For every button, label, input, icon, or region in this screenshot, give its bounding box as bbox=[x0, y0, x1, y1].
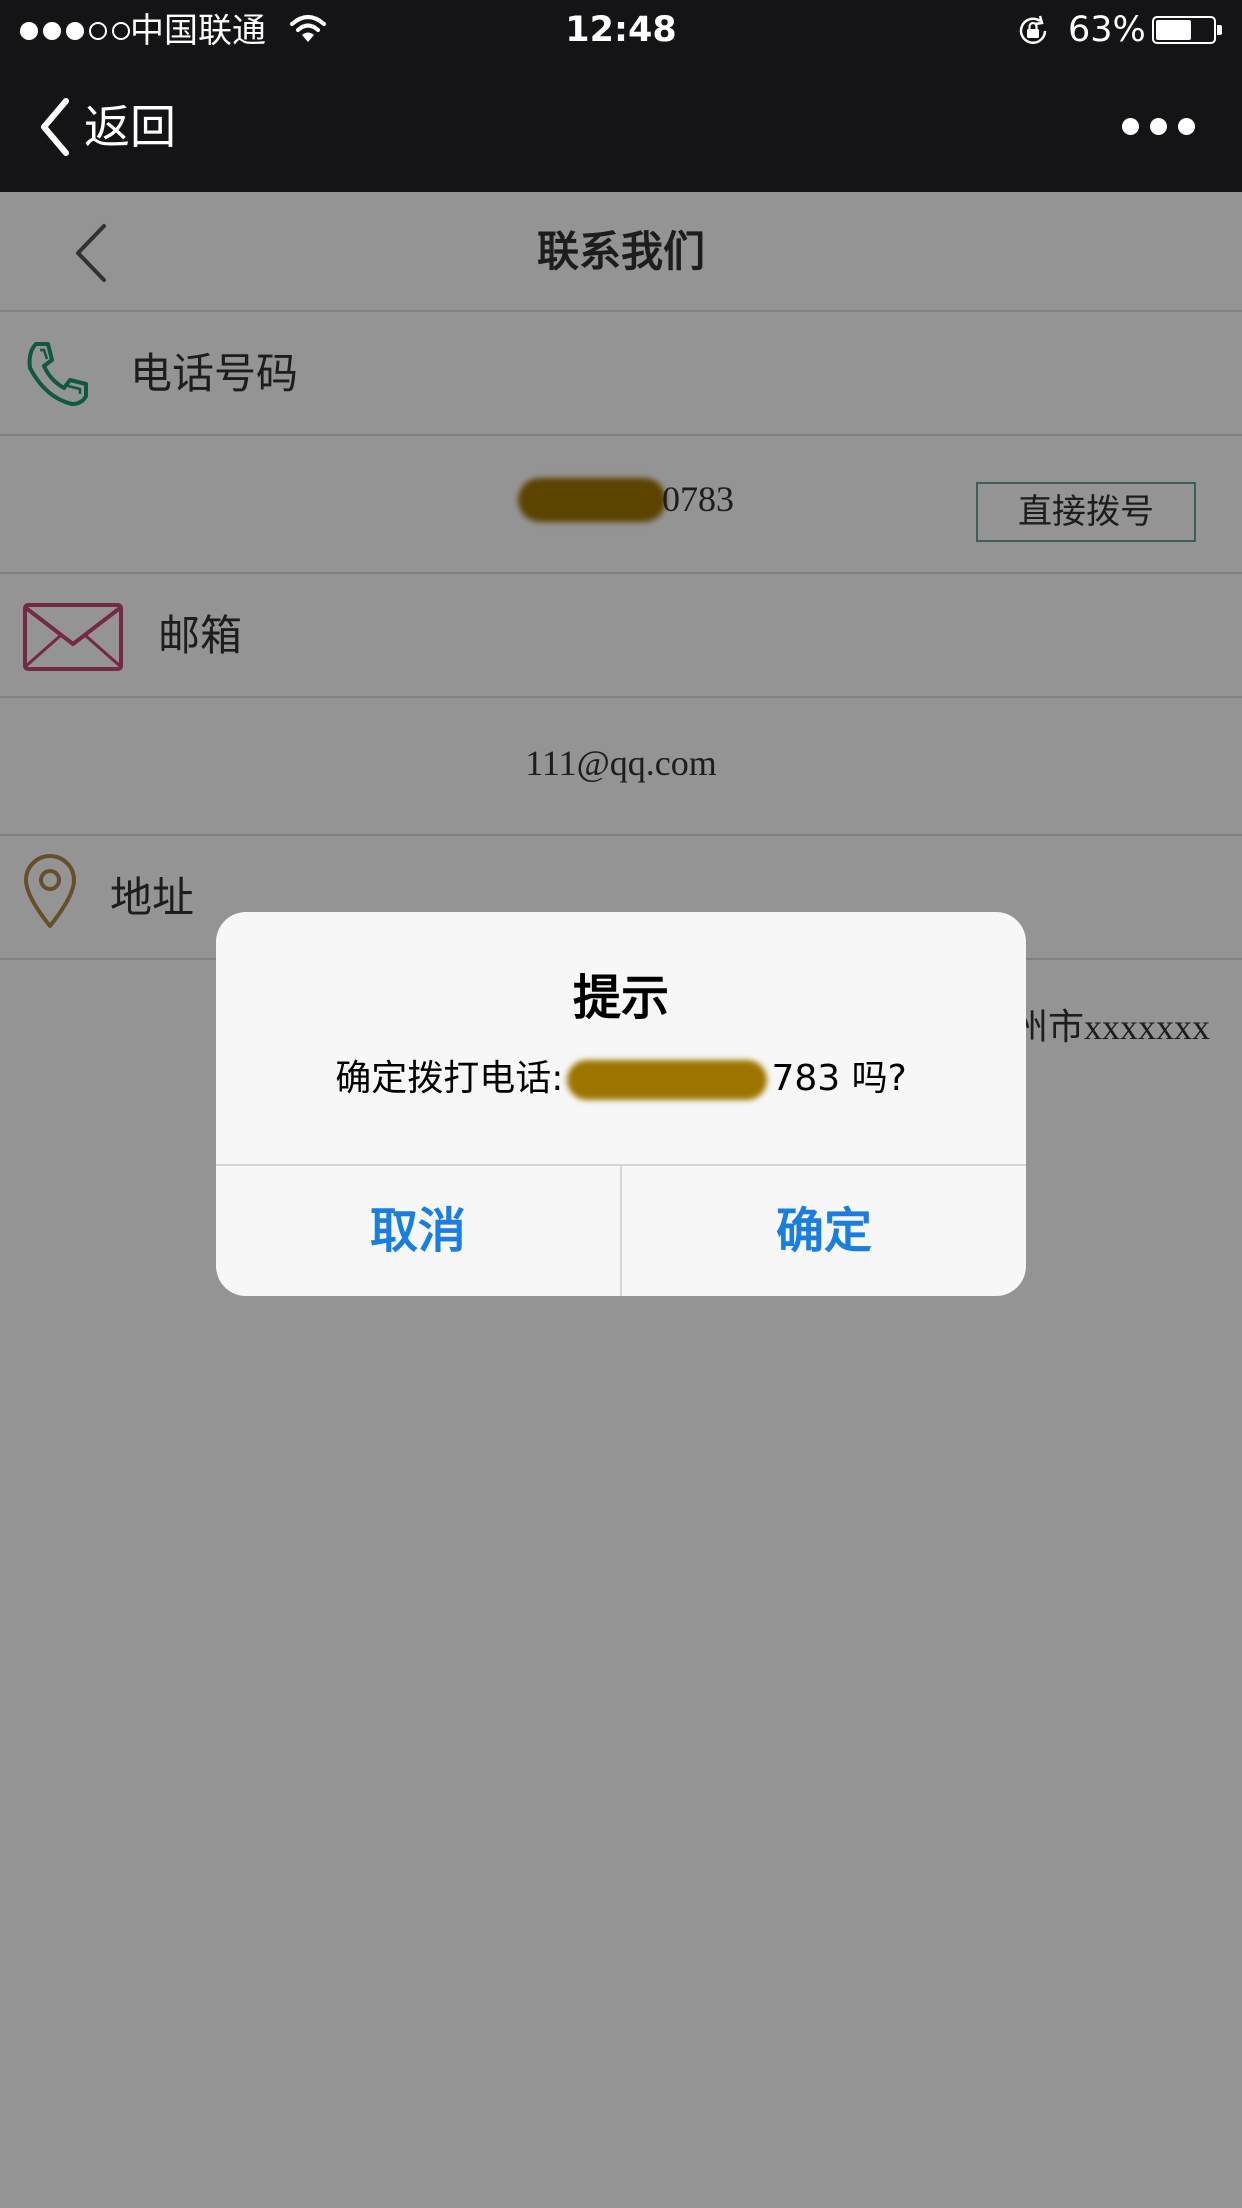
nav-back-label: 返回 bbox=[84, 100, 176, 154]
cancel-button[interactable]: 取消 bbox=[216, 1166, 620, 1296]
dialog-title: 提示 bbox=[572, 970, 669, 1026]
battery-percentage: 63% bbox=[1068, 10, 1146, 50]
clock: 12:48 bbox=[565, 10, 677, 50]
redacted-phone-number bbox=[567, 1060, 768, 1100]
status-bar: 中国联通 12:48 63% bbox=[0, 0, 1242, 62]
rotation-lock-icon bbox=[1019, 15, 1047, 44]
dialog-message-prefix: 确定拨打电话: bbox=[335, 1058, 564, 1099]
more-dot bbox=[1178, 118, 1195, 135]
more-dot bbox=[1150, 118, 1167, 135]
dialog-message-suffix: 783 吗? bbox=[771, 1058, 907, 1099]
battery-level-fill bbox=[1156, 20, 1191, 40]
chevron-left-icon bbox=[41, 98, 69, 156]
confirm-call-dialog: 提示 确定拨打电话: 783 吗? 取消 确定 bbox=[216, 912, 1026, 1296]
nav-back-button[interactable]: 返回 bbox=[36, 92, 176, 162]
more-dots-icon[interactable] bbox=[1122, 118, 1195, 135]
more-dot bbox=[1122, 118, 1139, 135]
dialog-message: 确定拨打电话: 783 吗? bbox=[216, 1054, 1026, 1104]
battery-nub bbox=[1217, 25, 1222, 35]
battery-icon bbox=[1152, 16, 1216, 44]
nav-bar: 返回 bbox=[0, 62, 1242, 192]
app-screen: 中国联通 12:48 63% 返回 联系我们 电话号码 0783 直接拨号 邮箱… bbox=[0, 0, 1242, 2208]
confirm-button[interactable]: 确定 bbox=[622, 1166, 1026, 1296]
